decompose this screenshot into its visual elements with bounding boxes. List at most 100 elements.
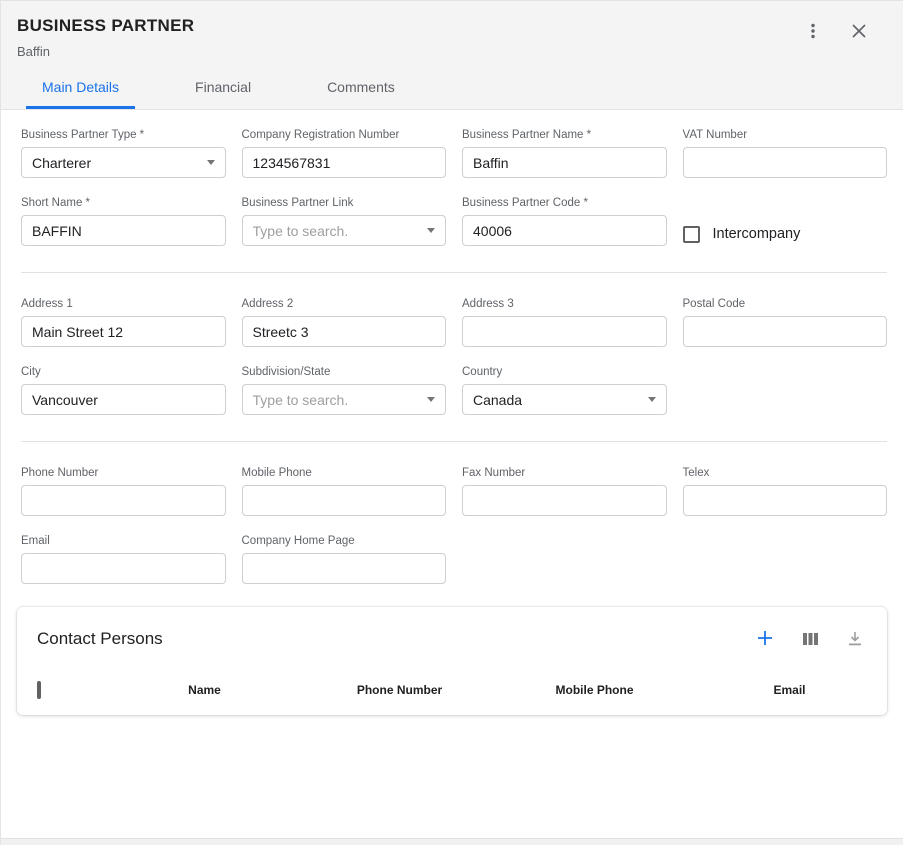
fax-number-input[interactable] [462, 485, 667, 516]
field-subdivision-state: Subdivision/State Type to search. [242, 366, 447, 415]
postal-code-input[interactable] [683, 316, 888, 347]
field-company-registration-number: Company Registration Number [242, 129, 447, 178]
telex-label: Telex [683, 467, 888, 479]
column-header-mobile-phone: Mobile Phone [497, 683, 692, 697]
chevron-down-icon [427, 228, 435, 233]
vat-number-label: VAT Number [683, 129, 888, 141]
field-vat-number: VAT Number [683, 129, 888, 178]
chevron-down-icon [207, 160, 215, 165]
company-registration-number-label: Company Registration Number [242, 129, 447, 141]
columns-icon [802, 631, 819, 647]
select-all-checkbox[interactable] [37, 681, 41, 699]
field-phone-number: Phone Number [21, 467, 226, 516]
page-bottom-strip [1, 838, 903, 845]
column-header-name: Name [107, 683, 302, 697]
section-divider [21, 441, 887, 442]
company-registration-number-input[interactable] [242, 147, 447, 178]
city-input[interactable] [21, 384, 226, 415]
email-label: Email [21, 535, 226, 547]
short-name-input[interactable] [21, 215, 226, 246]
field-business-partner-link: Business Partner Link Type to search. [242, 197, 447, 246]
close-icon [851, 23, 867, 39]
section-divider [21, 272, 887, 273]
field-short-name: Short Name * [21, 197, 226, 246]
country-label: Country [462, 366, 667, 378]
contact-persons-card: Contact Persons [17, 607, 887, 715]
field-fax-number: Fax Number [462, 467, 667, 516]
column-settings-button[interactable] [800, 629, 821, 649]
address-2-input[interactable] [242, 316, 447, 347]
download-icon [847, 631, 863, 648]
subdivision-state-placeholder: Type to search. [253, 392, 349, 408]
more-options-button[interactable] [803, 20, 823, 42]
subdivision-state-label: Subdivision/State [242, 366, 447, 378]
close-button[interactable] [849, 21, 869, 41]
field-business-partner-code: Business Partner Code * [462, 197, 667, 246]
address-section: Address 1 Address 2 Address 3 Postal Cod… [21, 298, 887, 415]
dialog-header: BUSINESS PARTNER Baffin [1, 1, 903, 110]
intercompany-label: Intercompany [713, 226, 801, 242]
telex-input[interactable] [683, 485, 888, 516]
plus-icon [756, 629, 774, 647]
address-3-input[interactable] [462, 316, 667, 347]
country-select[interactable]: Canada [462, 384, 667, 415]
field-intercompany: Intercompany [683, 222, 888, 246]
postal-code-label: Postal Code [683, 298, 888, 310]
chevron-down-icon [427, 397, 435, 402]
company-home-page-label: Company Home Page [242, 535, 447, 547]
main-details-form: Business Partner Type * Charterer Compan… [1, 110, 903, 584]
page-subtitle: Baffin [17, 44, 194, 59]
address-1-label: Address 1 [21, 298, 226, 310]
vat-number-input[interactable] [683, 147, 888, 178]
kebab-menu-icon [805, 22, 821, 40]
business-partner-name-label: Business Partner Name * [462, 129, 667, 141]
business-partner-link-label: Business Partner Link [242, 197, 447, 209]
identity-section: Business Partner Type * Charterer Compan… [21, 129, 887, 246]
field-postal-code: Postal Code [683, 298, 888, 347]
business-partner-code-input[interactable] [462, 215, 667, 246]
field-business-partner-name: Business Partner Name * [462, 129, 667, 178]
contact-info-section: Phone Number Mobile Phone Fax Number Tel… [21, 467, 887, 584]
field-telex: Telex [683, 467, 888, 516]
contact-persons-table-header: Name Phone Number Mobile Phone Email [17, 665, 887, 715]
subdivision-state-select[interactable]: Type to search. [242, 384, 447, 415]
intercompany-checkbox[interactable] [683, 226, 700, 243]
phone-number-label: Phone Number [21, 467, 226, 479]
field-business-partner-type: Business Partner Type * Charterer [21, 129, 226, 178]
business-partner-code-label: Business Partner Code * [462, 197, 667, 209]
address-2-label: Address 2 [242, 298, 447, 310]
column-header-phone-number: Phone Number [302, 683, 497, 697]
address-1-input[interactable] [21, 316, 226, 347]
page-title: BUSINESS PARTNER [17, 16, 194, 36]
business-partner-name-input[interactable] [462, 147, 667, 178]
field-city: City [21, 366, 226, 415]
business-partner-type-select[interactable]: Charterer [21, 147, 226, 178]
chevron-down-icon [648, 397, 656, 402]
field-address-3: Address 3 [462, 298, 667, 347]
field-country: Country Canada [462, 366, 667, 415]
business-partner-link-select[interactable]: Type to search. [242, 215, 447, 246]
address-3-label: Address 3 [462, 298, 667, 310]
company-home-page-input[interactable] [242, 553, 447, 584]
business-partner-type-label: Business Partner Type * [21, 129, 226, 141]
tab-main-details[interactable]: Main Details [26, 69, 135, 109]
mobile-phone-input[interactable] [242, 485, 447, 516]
fax-number-label: Fax Number [462, 467, 667, 479]
field-address-2: Address 2 [242, 298, 447, 347]
phone-number-input[interactable] [21, 485, 226, 516]
field-email: Email [21, 535, 226, 584]
tab-bar: Main Details Financial Comments [17, 69, 887, 109]
short-name-label: Short Name * [21, 197, 226, 209]
tab-comments[interactable]: Comments [311, 69, 411, 109]
business-partner-link-placeholder: Type to search. [253, 223, 349, 239]
mobile-phone-label: Mobile Phone [242, 467, 447, 479]
column-header-email: Email [692, 683, 887, 697]
country-value: Canada [473, 392, 522, 408]
export-button[interactable] [845, 629, 865, 650]
contact-persons-title: Contact Persons [37, 629, 163, 649]
email-input[interactable] [21, 553, 226, 584]
business-partner-dialog: BUSINESS PARTNER Baffin [0, 0, 903, 845]
tab-financial[interactable]: Financial [179, 69, 267, 109]
field-mobile-phone: Mobile Phone [242, 467, 447, 516]
add-contact-person-button[interactable] [754, 627, 776, 651]
